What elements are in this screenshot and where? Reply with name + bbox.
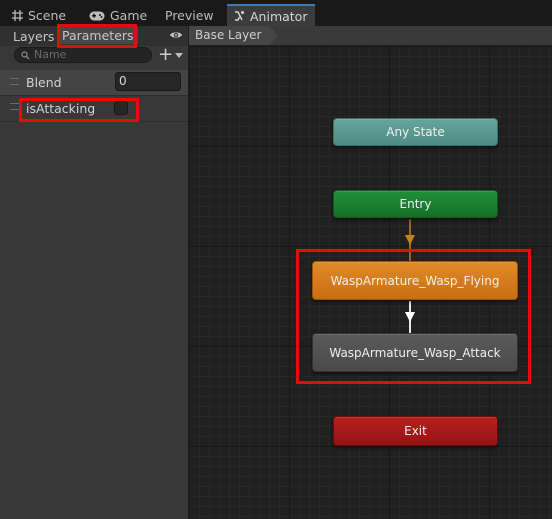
state-wasp-flying[interactable]: WaspArmature_Wasp_Flying: [312, 261, 518, 300]
state-exit[interactable]: Exit: [333, 416, 498, 446]
transition-entry-to-flying[interactable]: [405, 219, 415, 261]
state-entry[interactable]: Entry: [333, 190, 498, 218]
state-any-state[interactable]: Any State: [333, 118, 498, 146]
state-wasp-attack[interactable]: WaspArmature_Wasp_Attack: [312, 333, 518, 372]
transition-flying-to-attack[interactable]: [405, 301, 415, 333]
